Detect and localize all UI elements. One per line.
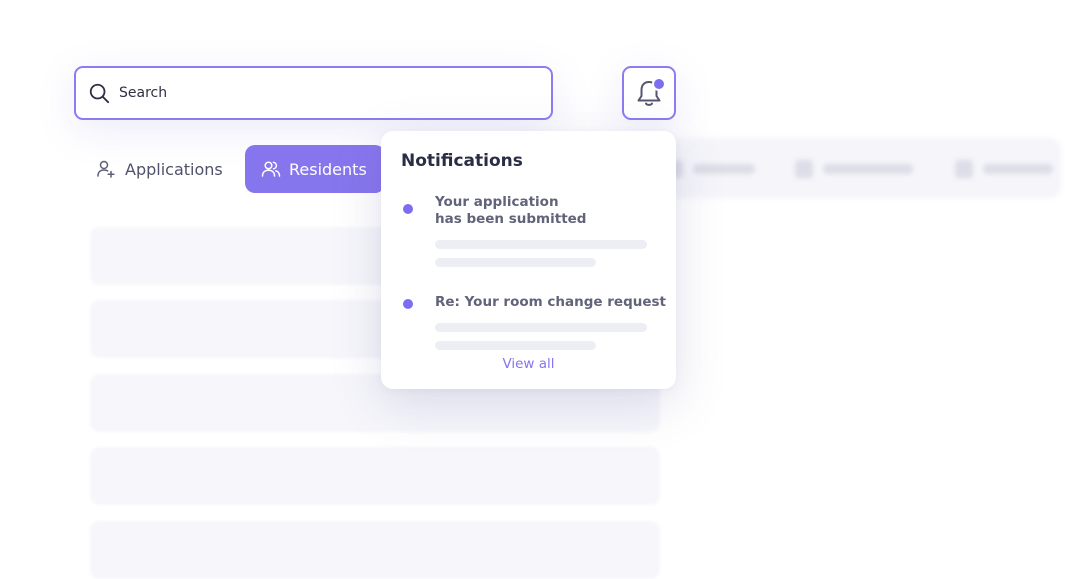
user-plus-icon (97, 160, 115, 178)
unread-badge (652, 77, 666, 91)
placeholder-line (435, 323, 647, 332)
blurred-tab (955, 160, 1053, 178)
tab-residents[interactable]: Residents (245, 145, 385, 193)
blurred-tab (795, 160, 913, 178)
tab-applications[interactable]: Applications (88, 145, 238, 193)
placeholder-line (435, 258, 596, 267)
notification-title: Re: Your room change request (435, 294, 666, 310)
unread-dot (403, 204, 413, 214)
notifications-button[interactable] (622, 66, 676, 120)
panel-title: Notifications (401, 151, 523, 171)
search-input[interactable] (119, 85, 519, 101)
notification-title-cont: has been submitted (435, 211, 587, 227)
placeholder-line (435, 341, 596, 350)
skeleton-row (90, 447, 660, 505)
notification-title: Your application (435, 194, 559, 210)
notifications-panel: Notifications Your application has been … (381, 131, 676, 389)
skeleton-row (90, 521, 660, 579)
app-screen: Applications Residents Notifications You… (0, 0, 1065, 579)
blurred-tab (665, 160, 755, 178)
placeholder-line (435, 240, 647, 249)
unread-dot (403, 299, 413, 309)
tab-label: Applications (125, 159, 223, 179)
tab-label: Residents (289, 159, 367, 179)
view-all-link[interactable]: View all (381, 356, 676, 372)
search-bar[interactable] (74, 66, 553, 120)
users-icon (261, 161, 281, 177)
search-icon (89, 83, 110, 104)
